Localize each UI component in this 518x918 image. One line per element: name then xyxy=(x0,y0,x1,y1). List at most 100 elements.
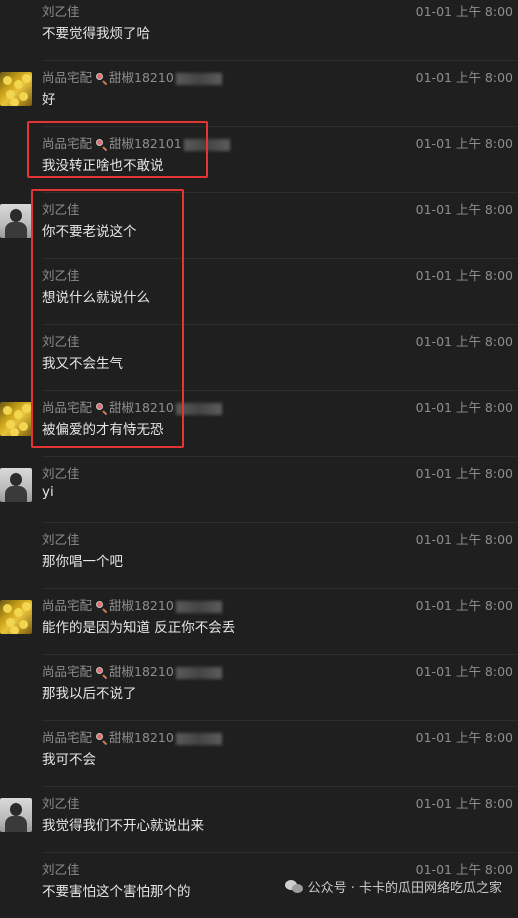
message-divider xyxy=(42,852,518,853)
sender-label: 刘乙佳 xyxy=(42,268,80,283)
sender-name: 尚品宅配 甜椒18210 xyxy=(42,397,222,416)
message-divider xyxy=(42,456,518,457)
sender-label: 尚品宅配 xyxy=(42,70,93,85)
chat-message-list[interactable]: 刘乙佳 01-01 上午 8:00 不要觉得我烦了哈 尚品宅配 甜椒18210 01-01… xyxy=(0,0,518,906)
chat-message[interactable]: 尚品宅配 甜椒18210 01-01 上午 8:00 被偏爱的才有恃无恐 xyxy=(0,390,518,456)
redaction-blur xyxy=(183,138,230,151)
sender-label: 刘乙佳 xyxy=(42,202,80,217)
avatar[interactable] xyxy=(0,204,32,238)
sender-label: 刘乙佳 xyxy=(42,796,80,811)
message-divider xyxy=(42,126,518,127)
magnifier-icon xyxy=(96,733,108,746)
avatar[interactable] xyxy=(0,798,32,832)
magnifier-icon xyxy=(96,73,108,86)
chat-message[interactable]: 刘乙佳 01-01 上午 8:00 我又不会生气 xyxy=(0,324,518,390)
message-text[interactable]: 不要害怕这个害怕那个的 xyxy=(42,880,191,900)
sender-name: 刘乙佳 xyxy=(42,859,80,878)
magnifier-icon xyxy=(96,403,108,416)
sender-name: 刘乙佳 xyxy=(42,199,80,218)
message-time: 01-01 上午 8:00 xyxy=(415,136,513,151)
message-time: 01-01 上午 8:00 xyxy=(415,70,513,85)
sender-name: 刘乙佳 xyxy=(42,529,80,548)
sender-label: 刘乙佳 xyxy=(42,862,80,877)
chat-message[interactable]: 刘乙佳 01-01 上午 8:00 不要觉得我烦了哈 xyxy=(0,0,518,60)
chat-message[interactable]: 刘乙佳 01-01 上午 8:00 yi xyxy=(0,456,518,522)
message-divider xyxy=(42,786,518,787)
message-time: 01-01 上午 8:00 xyxy=(415,730,513,745)
chat-message[interactable]: 尚品宅配 甜椒18210 01-01 上午 8:00 我可不会 xyxy=(0,720,518,786)
sender-nickname: 甜椒182101 xyxy=(109,136,182,151)
avatar[interactable] xyxy=(0,468,32,502)
magnifier-icon xyxy=(96,667,108,680)
message-time: 01-01 上午 8:00 xyxy=(415,268,513,283)
message-text[interactable]: 你不要老说这个 xyxy=(42,220,137,240)
sender-name: 尚品宅配 甜椒18210 xyxy=(42,595,222,614)
message-divider xyxy=(42,192,518,193)
chat-message[interactable]: 尚品宅配 甜椒18210 01-01 上午 8:00 好 xyxy=(0,60,518,126)
message-text[interactable]: 想说什么就说什么 xyxy=(42,286,150,306)
sender-name: 刘乙佳 xyxy=(42,793,80,812)
message-text[interactable]: 那你唱一个吧 xyxy=(42,550,123,570)
message-text[interactable]: 我没转正啥也不敢说 xyxy=(42,154,164,174)
message-time: 01-01 上午 8:00 xyxy=(415,4,513,19)
chat-message[interactable]: 刘乙佳 01-01 上午 8:00 那你唱一个吧 xyxy=(0,522,518,588)
message-divider xyxy=(42,324,518,325)
sender-name: 刘乙佳 xyxy=(42,331,80,350)
redaction-blur xyxy=(175,666,222,679)
chat-message[interactable]: 刘乙佳 01-01 上午 8:00 我觉得我们不开心就说出来 xyxy=(0,786,518,852)
avatar[interactable] xyxy=(0,72,32,106)
redaction-blur xyxy=(175,600,222,613)
message-text[interactable]: 那我以后不说了 xyxy=(42,682,137,702)
message-text[interactable]: 能作的是因为知道 反正你不会丢 xyxy=(42,616,235,636)
chat-message[interactable]: 刘乙佳 01-01 上午 8:00 想说什么就说什么 xyxy=(0,258,518,324)
avatar[interactable] xyxy=(0,600,32,634)
chat-message[interactable]: 尚品宅配 甜椒18210 01-01 上午 8:00 能作的是因为知道 反正你不会丢 xyxy=(0,588,518,654)
chat-message[interactable]: 尚品宅配 甜椒18210 01-01 上午 8:00 那我以后不说了 xyxy=(0,654,518,720)
redaction-blur xyxy=(175,72,222,85)
message-text[interactable]: 我觉得我们不开心就说出来 xyxy=(42,814,204,834)
message-time: 01-01 上午 8:00 xyxy=(415,598,513,613)
message-text[interactable]: 不要觉得我烦了哈 xyxy=(42,22,150,42)
sender-label: 刘乙佳 xyxy=(42,4,80,19)
message-divider xyxy=(42,720,518,721)
sender-nickname: 甜椒18210 xyxy=(109,664,174,679)
sender-nickname: 甜椒18210 xyxy=(109,400,174,415)
magnifier-icon xyxy=(96,139,108,152)
message-divider xyxy=(42,588,518,589)
sender-name: 刘乙佳 xyxy=(42,1,80,20)
sender-name: 尚品宅配 甜椒18210 xyxy=(42,727,222,746)
message-text[interactable]: 我又不会生气 xyxy=(42,352,123,372)
sender-nickname: 甜椒18210 xyxy=(109,598,174,613)
avatar[interactable] xyxy=(0,402,32,436)
sender-label: 刘乙佳 xyxy=(42,334,80,349)
chat-message[interactable]: 尚品宅配 甜椒182101 01-01 上午 8:00 我没转正啥也不敢说 xyxy=(0,126,518,192)
sender-nickname: 甜椒18210 xyxy=(109,70,174,85)
wechat-icon xyxy=(284,879,303,894)
message-divider xyxy=(42,258,518,259)
message-text[interactable]: yi xyxy=(42,484,54,500)
watermark: 公众号 · 卡卡的瓜田网络吃瓜之家 xyxy=(284,877,502,896)
message-divider xyxy=(42,60,518,61)
sender-label: 尚品宅配 xyxy=(42,598,93,613)
chat-message[interactable]: 刘乙佳 01-01 上午 8:00 你不要老说这个 xyxy=(0,192,518,258)
redaction-blur xyxy=(175,402,222,415)
message-divider xyxy=(42,390,518,391)
message-time: 01-01 上午 8:00 xyxy=(415,400,513,415)
sender-label: 刘乙佳 xyxy=(42,532,80,547)
message-time: 01-01 上午 8:00 xyxy=(415,202,513,217)
magnifier-icon xyxy=(96,601,108,614)
sender-name: 尚品宅配 甜椒18210 xyxy=(42,661,222,680)
message-text[interactable]: 好 xyxy=(42,88,56,108)
message-text[interactable]: 我可不会 xyxy=(42,748,96,768)
watermark-text: 公众号 · 卡卡的瓜田网络吃瓜之家 xyxy=(307,881,502,896)
message-text[interactable]: 被偏爱的才有恃无恐 xyxy=(42,418,164,438)
sender-label: 尚品宅配 xyxy=(42,730,93,745)
message-time: 01-01 上午 8:00 xyxy=(415,466,513,481)
sender-label: 尚品宅配 xyxy=(42,136,93,151)
redaction-blur xyxy=(175,732,222,745)
message-divider xyxy=(42,654,518,655)
sender-label: 刘乙佳 xyxy=(42,466,80,481)
sender-name: 尚品宅配 甜椒18210 xyxy=(42,67,222,86)
message-time: 01-01 上午 8:00 xyxy=(415,796,513,811)
sender-name: 尚品宅配 甜椒182101 xyxy=(42,133,230,152)
